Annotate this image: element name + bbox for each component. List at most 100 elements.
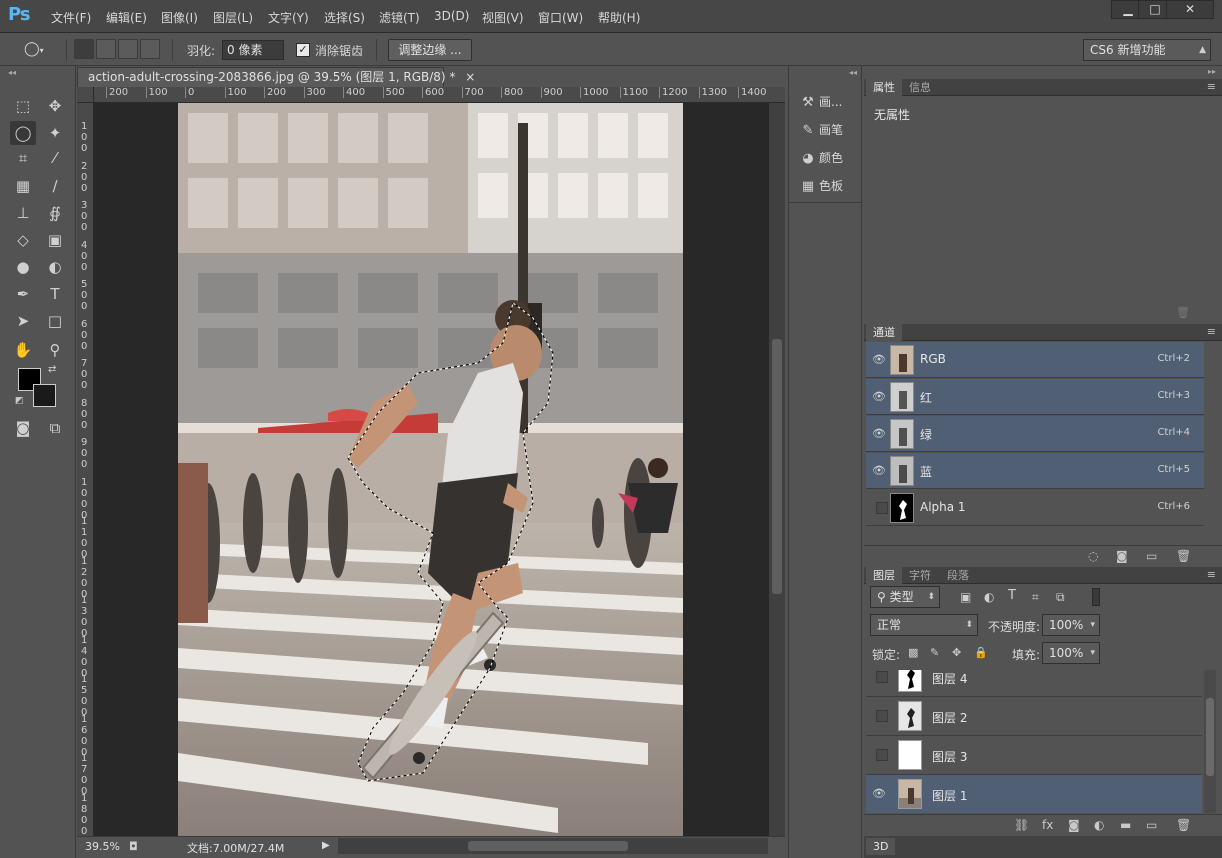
document-tab[interactable]: action-adult-crossing-2083866.jpg @ 39.5… [77, 67, 475, 87]
history-brush-tool-icon[interactable]: ∯ [42, 201, 68, 225]
collapse-icon[interactable]: ◂◂ [8, 68, 16, 77]
add-selection-icon[interactable] [96, 39, 116, 59]
feather-input[interactable]: 0 像素 [222, 40, 284, 60]
eye-icon[interactable]: 👁 [872, 464, 886, 478]
close-tab-icon[interactable]: × [465, 70, 475, 84]
tab-channels[interactable]: 通道 [866, 324, 902, 341]
visibility-toggle[interactable] [876, 502, 888, 514]
layer-filter-dropdown[interactable]: ⚲ 类型 ⬍ [870, 586, 940, 608]
menu-layer[interactable]: 图层(L) [213, 9, 253, 26]
filter-shape-icon[interactable]: ⌗ [1032, 590, 1039, 605]
blur-tool-icon[interactable]: ● [10, 255, 36, 279]
tab-layers[interactable]: 图层 [866, 567, 902, 584]
zoom-level[interactable]: 39.5% [85, 840, 120, 853]
vertical-scrollbar[interactable] [769, 103, 785, 836]
gradient-tool-icon[interactable]: ▣ [42, 228, 68, 252]
tab-3d[interactable]: 3D [866, 838, 896, 855]
antialias-checkbox[interactable]: ✓ [296, 43, 310, 57]
eye-icon[interactable]: 👁 [872, 390, 886, 404]
eye-icon[interactable]: 👁 [872, 427, 886, 441]
type-tool-icon[interactable]: T [42, 282, 68, 306]
move-tool-icon[interactable]: ✥ [42, 94, 68, 118]
lock-transparency-icon[interactable]: ▩ [908, 646, 918, 659]
color-panel-button[interactable]: ◕ 颜色 [797, 146, 857, 170]
zoom-tool-icon[interactable]: ⚲ [42, 338, 68, 362]
menu-type[interactable]: 文字(Y) [268, 9, 309, 26]
tab-character[interactable]: 字符 [902, 567, 938, 584]
menu-help[interactable]: 帮助(H) [598, 9, 640, 26]
channel-row-blue[interactable]: 👁 蓝 Ctrl+5 [866, 453, 1204, 489]
layer-row-2[interactable]: 图层 2 [866, 697, 1202, 736]
panel-menu-icon[interactable]: ≡ [1207, 568, 1216, 581]
channel-row-rgb[interactable]: 👁 RGB Ctrl+2 [866, 342, 1204, 378]
rectangle-tool-icon[interactable]: □ [42, 309, 68, 333]
screen-mode-icon[interactable]: ⧉ [42, 416, 68, 440]
hand-tool-icon[interactable]: ✋ [10, 338, 36, 362]
panel-menu-icon[interactable]: ≡ [1207, 80, 1216, 93]
layers-scrollbar[interactable] [1204, 670, 1216, 813]
save-selection-icon[interactable]: ◙ [1116, 549, 1128, 563]
delete-layer-icon[interactable]: 🗑 [1176, 818, 1191, 832]
channel-row-green[interactable]: 👁 绿 Ctrl+4 [866, 416, 1204, 452]
refine-edge-button[interactable]: 调整边缘 ... [388, 39, 472, 61]
layer-row-4[interactable]: 图层 4 [866, 670, 1202, 697]
tab-paragraph[interactable]: 段落 [940, 567, 976, 584]
visibility-toggle[interactable] [876, 749, 888, 761]
link-layers-icon[interactable]: ⛓ [1014, 818, 1029, 832]
menu-3d[interactable]: 3D(D) [434, 9, 469, 23]
lasso-tool-icon[interactable]: ◯ [10, 121, 36, 145]
quick-mask-icon[interactable]: ◙ [10, 416, 36, 440]
menu-edit[interactable]: 编辑(E) [106, 9, 147, 26]
menu-file[interactable]: 文件(F) [51, 9, 91, 26]
filter-toggle[interactable] [1092, 588, 1100, 606]
filter-pixel-icon[interactable]: ▣ [960, 590, 971, 604]
swatches-panel-button[interactable]: ▦ 色板 [797, 174, 857, 198]
layers-scroll-thumb[interactable] [1206, 698, 1214, 776]
eraser-tool-icon[interactable]: ◇ [10, 228, 36, 252]
swap-colors-icon[interactable]: ⇄ [48, 364, 56, 375]
menu-filter[interactable]: 滤镜(T) [379, 9, 420, 26]
channel-row-red[interactable]: 👁 红 Ctrl+3 [866, 379, 1204, 415]
dodge-tool-icon[interactable]: ◐ [42, 255, 68, 279]
collapse-right-icon[interactable]: ▸▸ [1208, 67, 1216, 76]
blend-mode-dropdown[interactable]: 正常 ⬍ [870, 614, 978, 636]
new-selection-icon[interactable] [74, 39, 94, 59]
horizontal-scrollbar[interactable] [338, 838, 768, 854]
status-info-icon[interactable]: ◘ [129, 840, 138, 853]
lock-all-icon[interactable]: 🔒 [974, 646, 988, 659]
filter-type-icon[interactable]: T [1008, 588, 1016, 603]
adjustment-layer-icon[interactable]: ◐ [1094, 818, 1104, 832]
menu-select[interactable]: 选择(S) [324, 9, 365, 26]
layer-row-3[interactable]: 图层 3 [866, 736, 1202, 775]
vertical-scroll-thumb[interactable] [772, 339, 782, 594]
default-colors-icon[interactable]: ◩ [15, 396, 24, 406]
canvas-area[interactable] [94, 103, 769, 836]
eye-icon[interactable]: 👁 [872, 353, 886, 367]
horizontal-scroll-thumb[interactable] [468, 841, 628, 851]
clone-stamp-tool-icon[interactable]: ⊥ [10, 201, 36, 225]
expand-panels-icon[interactable]: ◂◂ [849, 68, 857, 77]
brush-presets-panel-button[interactable]: ⚒ 画... [797, 90, 857, 114]
path-selection-tool-icon[interactable]: ➤ [10, 309, 36, 333]
add-mask-icon[interactable]: ◙ [1068, 818, 1080, 832]
status-menu-arrow-icon[interactable]: ▶ [322, 840, 330, 851]
marquee-tool-icon[interactable]: ⬚ [10, 94, 36, 118]
layer-row-1[interactable]: 👁 图层 1 [866, 775, 1202, 813]
subtract-selection-icon[interactable] [118, 39, 138, 59]
eyedropper-tool-icon[interactable]: ⁄ [42, 146, 68, 170]
close-window-button[interactable]: ✕ [1166, 0, 1214, 19]
filter-smart-object-icon[interactable]: ⧉ [1056, 590, 1065, 605]
brush-tool-icon[interactable]: ∕ [42, 174, 68, 198]
opacity-input[interactable]: 100% ▾ [1042, 614, 1100, 636]
visibility-toggle[interactable] [876, 671, 888, 683]
menu-window[interactable]: 窗口(W) [538, 9, 583, 26]
delete-channel-icon[interactable]: 🗑 [1176, 549, 1191, 563]
panel-menu-icon[interactable]: ≡ [1207, 325, 1216, 338]
intersect-selection-icon[interactable] [140, 39, 160, 59]
magic-wand-tool-icon[interactable]: ✦ [42, 121, 68, 145]
new-layer-icon[interactable]: ▭ [1146, 818, 1157, 832]
background-color-swatch[interactable] [33, 384, 56, 407]
lock-position-icon[interactable]: ✥ [952, 646, 961, 659]
menu-image[interactable]: 图像(I) [161, 9, 198, 26]
layer-style-icon[interactable]: fx [1042, 818, 1053, 832]
